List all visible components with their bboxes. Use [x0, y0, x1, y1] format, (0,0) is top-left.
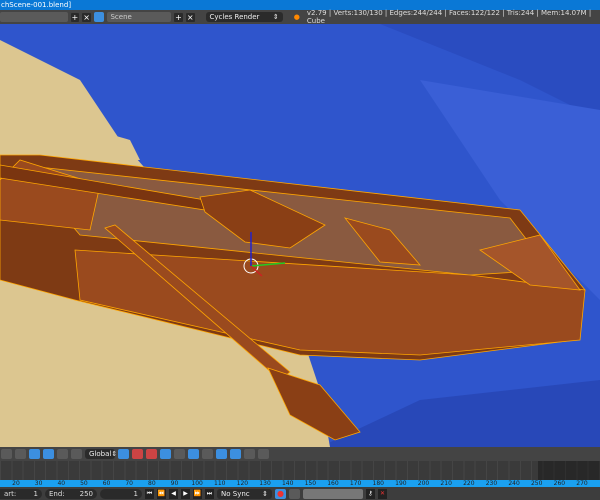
frame-tick-label: 240 — [508, 480, 520, 487]
render-engine-select[interactable]: Cycles Render ⇕ — [205, 12, 283, 22]
layer-icon[interactable] — [146, 449, 157, 459]
3d-viewport[interactable] — [0, 24, 600, 447]
end-label: End: — [49, 489, 65, 498]
frame-tick-label: 180 — [372, 480, 384, 487]
keying-icon[interactable] — [289, 488, 300, 499]
frame-tick-label: 120 — [236, 480, 249, 487]
start-label: art: — [4, 489, 17, 498]
prev-keyframe-icon[interactable]: ⏪ — [157, 488, 166, 499]
frame-tick-label: 200 — [417, 480, 430, 487]
frame-tick-label: 90 — [170, 480, 179, 487]
frame-tick-label: 220 — [463, 480, 475, 487]
frame-tick-label: 130 — [259, 480, 271, 487]
frame-tick-label: 110 — [214, 480, 226, 487]
frame-tick-label: 20 — [12, 480, 20, 487]
next-keyframe-icon[interactable]: ⏩ — [193, 488, 202, 499]
frame-tick-label: 190 — [395, 480, 407, 487]
end-frame-field[interactable]: End: 250 — [45, 488, 97, 499]
keying-set-field[interactable] — [303, 488, 363, 499]
layer-icon[interactable] — [132, 449, 143, 459]
timeline-header: art: 1 End: 250 1 ⏮ ⏪ ◀ ▶ ⏩ ⏭ No Sync ⇕ ● ⚷… — [0, 487, 600, 500]
render-engine-label: Cycles Render — [209, 13, 260, 21]
blender-logo-icon: ● — [293, 13, 300, 21]
frame-tick-label: 210 — [440, 480, 452, 487]
opengl-render-icon[interactable] — [230, 449, 241, 459]
frame-tick-label: 70 — [125, 480, 134, 487]
frame-tick-label: 30 — [34, 480, 43, 487]
frame-tick-label: 170 — [349, 480, 362, 487]
end-value: 250 — [79, 489, 93, 498]
translate-icon[interactable] — [43, 449, 54, 459]
scene-icon[interactable] — [93, 12, 105, 22]
sync-label: No Sync — [221, 489, 250, 498]
delete-keyframe-icon[interactable]: ✕ — [378, 488, 387, 499]
manipulator-icon[interactable] — [29, 449, 40, 459]
scene-field[interactable]: Scene — [107, 12, 172, 22]
frame-tick-label: 100 — [191, 480, 203, 487]
frame-tick-label: 160 — [327, 480, 339, 487]
frame-tick-label: 260 — [553, 480, 566, 487]
scene-stats: v2.79 | Verts:130/130 | Edges:244/244 | … — [306, 9, 592, 25]
frame-tick-label: 270 — [576, 480, 588, 487]
proportional-icon[interactable] — [160, 449, 171, 459]
insert-keyframe-icon[interactable]: ⚷ — [366, 488, 375, 499]
frame-ruler[interactable]: 20 30 40 50 60 70 80 90 100 110 120 130 140 150 160 170… — [0, 480, 600, 487]
snap-icon[interactable] — [174, 449, 185, 459]
frame-tick-label: 250 — [530, 480, 543, 487]
rotate-icon[interactable] — [57, 449, 68, 459]
play-reverse-icon[interactable]: ◀ — [169, 488, 178, 499]
snap-target-icon[interactable] — [188, 449, 199, 459]
record-icon[interactable]: ● — [275, 488, 286, 499]
frame-tick-label: 60 — [102, 480, 111, 487]
snap-element-icon[interactable] — [202, 449, 213, 459]
shading-icon[interactable] — [1, 449, 12, 459]
current-frame-field[interactable]: 1 — [100, 488, 142, 499]
remove-scene-button[interactable]: × — [185, 12, 195, 22]
orientation-label: Global — [89, 450, 112, 458]
remove-screen-button[interactable]: × — [82, 12, 91, 22]
jump-start-icon[interactable]: ⏮ — [145, 488, 154, 499]
current-frame-value: 1 — [133, 489, 138, 498]
layer-icon[interactable] — [118, 449, 129, 459]
add-screen-button[interactable]: + — [70, 12, 80, 22]
frame-tick-label: 80 — [148, 480, 156, 487]
start-value: 1 — [33, 489, 38, 498]
start-frame-field[interactable]: art: 1 — [0, 488, 42, 499]
render-camera-icon[interactable] — [244, 449, 255, 459]
add-scene-button[interactable]: + — [174, 12, 183, 22]
frame-tick-label: 50 — [80, 480, 88, 487]
ocean-shade — [320, 380, 600, 447]
frame-tick-label: 150 — [304, 480, 317, 487]
frame-tick-label: 40 — [57, 480, 66, 487]
jump-end-icon[interactable]: ⏭ — [205, 488, 214, 499]
frame-tick-label: 140 — [281, 480, 294, 487]
screen-field[interactable] — [0, 12, 68, 22]
frame-tick-label: 230 — [485, 480, 498, 487]
pivot-icon[interactable] — [15, 449, 26, 459]
snap-align-icon[interactable] — [216, 449, 227, 459]
scale-icon[interactable] — [71, 449, 82, 459]
info-header: + × Scene + × Cycles Render ⇕ ● v2.79 | V… — [0, 9, 600, 25]
viewport-header: Global ⇕ — [0, 447, 600, 461]
sync-select[interactable]: No Sync ⇕ — [217, 488, 272, 499]
render-anim-icon[interactable] — [258, 449, 269, 459]
scene-render — [0, 24, 600, 447]
orientation-select[interactable]: Global ⇕ — [85, 449, 117, 459]
play-icon[interactable]: ▶ — [181, 488, 190, 499]
